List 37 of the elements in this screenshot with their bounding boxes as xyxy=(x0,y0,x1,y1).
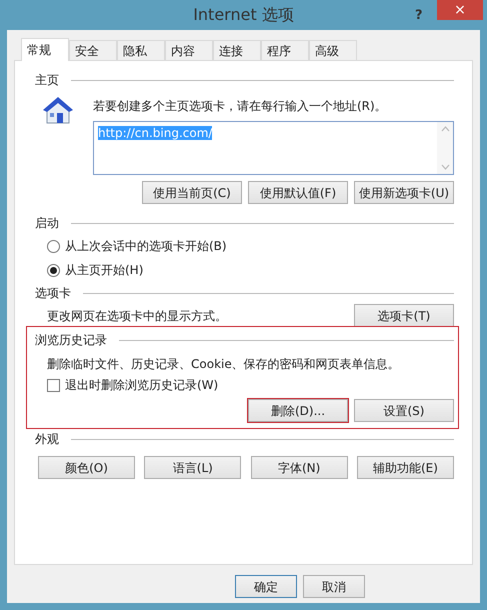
close-button[interactable]: × xyxy=(437,0,483,20)
dialog-button[interactable]: 取消 xyxy=(303,575,365,598)
history-button[interactable]: 设置(S) xyxy=(354,399,454,422)
section-heading: 浏览历史记录 xyxy=(35,332,107,349)
tab[interactable]: 连接 xyxy=(213,40,261,60)
home-button[interactable]: 使用新选项卡(U) xyxy=(354,181,454,204)
radio-button[interactable] xyxy=(47,240,60,252)
appearance-button[interactable]: 辅助功能(E) xyxy=(356,456,454,479)
section-heading: 主页 xyxy=(35,72,59,89)
dialog-button[interactable]: 确定 xyxy=(235,575,297,598)
home-button[interactable]: 使用默认值(F) xyxy=(248,181,348,204)
tab[interactable]: 内容 xyxy=(165,40,213,60)
address-value: http://cn.bing.com/ xyxy=(98,126,212,140)
tab[interactable]: 安全 xyxy=(69,40,117,60)
tab[interactable]: 高级 xyxy=(309,40,357,60)
appearance-button[interactable]: 语言(L) xyxy=(144,456,242,479)
section-heading: 外观 xyxy=(35,431,59,448)
checkbox[interactable] xyxy=(47,378,60,392)
appearance-button[interactable]: 颜色(O) xyxy=(38,456,135,479)
radio-label[interactable]: 从上次会话中的选项卡开始(B) xyxy=(65,237,227,255)
checkbox-label[interactable]: 退出时删除浏览历史记录(W) xyxy=(65,376,218,394)
radio-button[interactable] xyxy=(47,264,60,276)
radio-label[interactable]: 从主页开始(H) xyxy=(65,261,144,279)
tabs-button[interactable]: 选项卡(T) xyxy=(354,304,454,327)
section-heading: 启动 xyxy=(35,215,59,232)
tab[interactable]: 常规 xyxy=(21,38,69,61)
appearance-button[interactable]: 字体(N) xyxy=(250,456,348,479)
description-text: 删除临时文件、历史记录、Cookie、保存的密码和网页表单信息。 xyxy=(46,356,401,373)
section-heading: 选项卡 xyxy=(35,285,71,302)
help-button[interactable]: ? xyxy=(415,6,423,26)
history-button[interactable]: 删除(D)... xyxy=(248,399,348,422)
home-button[interactable]: 使用当前页(C) xyxy=(142,181,242,204)
window-title: Internet 选项 xyxy=(193,4,294,26)
tab[interactable]: 隐私 xyxy=(117,40,165,60)
tab[interactable]: 程序 xyxy=(261,40,309,60)
instruction-text: 若要创建多个主页选项卡，请在每行输入一个地址(R)。 xyxy=(93,98,388,115)
description-text: 更改网页在选项卡中的显示方式。 xyxy=(47,308,227,324)
